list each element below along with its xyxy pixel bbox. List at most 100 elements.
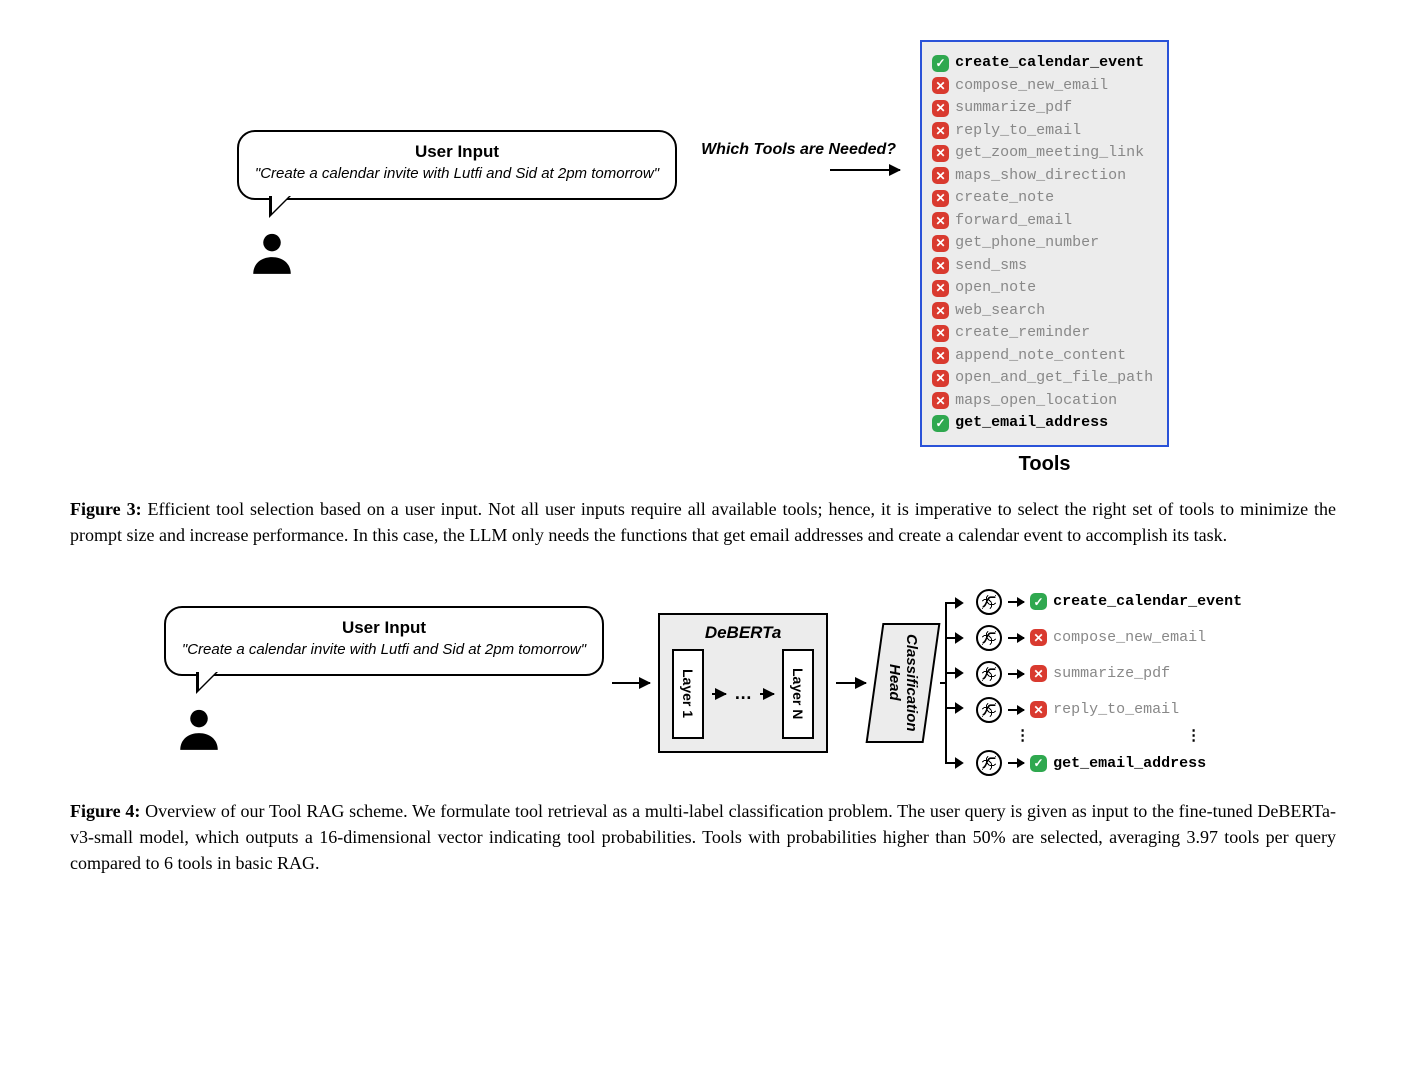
check-icon: ✓ — [1030, 755, 1047, 772]
tool-name: forward_email — [955, 210, 1072, 233]
output-name: create_calendar_event — [1053, 593, 1242, 610]
cross-icon: ✕ — [932, 100, 949, 117]
cross-icon: ✕ — [932, 325, 949, 342]
arrow-icon — [836, 682, 866, 684]
tool-item: ✕ open_and_get_file_path — [932, 367, 1153, 390]
tool-name: create_note — [955, 187, 1054, 210]
outputs-list: ✓ create_calendar_event ✕compose_new_email… — [976, 589, 1242, 777]
tool-item: ✓get_email_address — [932, 412, 1153, 435]
user-input-quote: "Create a calendar invite with Lutfi and… — [182, 640, 586, 660]
tool-name: get_phone_number — [955, 232, 1099, 255]
tool-name: maps_show_direction — [955, 165, 1126, 188]
user-input-quote: "Create a calendar invite with Lutfi and… — [255, 164, 659, 184]
cross-icon: ✕ — [932, 280, 949, 297]
output-row: ✕reply_to_email — [976, 697, 1242, 723]
sigmoid-icon — [976, 697, 1002, 723]
arrow-icon — [760, 693, 774, 695]
fanout-icon — [940, 588, 968, 778]
model-title: DeBERTa — [705, 623, 782, 643]
tool-name: reply_to_email — [955, 120, 1081, 143]
tool-item: ✕ maps_show_direction — [932, 165, 1153, 188]
tool-item: ✕ summarize_pdf — [932, 97, 1153, 120]
speech-tail-icon — [196, 672, 218, 694]
arrow-icon — [830, 169, 900, 171]
cross-icon: ✕ — [932, 167, 949, 184]
arrow-icon — [1008, 637, 1024, 639]
tool-name: get_zoom_meeting_link — [955, 142, 1144, 165]
user-icon — [174, 704, 224, 759]
figure-4-caption: Figure 4: Overview of our Tool RAG schem… — [70, 798, 1336, 876]
tool-item: ✕ get_phone_number — [932, 232, 1153, 255]
speech-bubble: User Input "Create a calendar invite wit… — [237, 130, 677, 200]
classification-head-label: Classification Head — [886, 634, 920, 732]
user-icon — [247, 228, 297, 283]
tool-item: ✕get_zoom_meeting_link — [932, 142, 1153, 165]
figure-3-caption-text: Efficient tool selection based on a user… — [70, 499, 1336, 545]
check-icon: ✓ — [1030, 593, 1047, 610]
layer-1: Layer 1 — [672, 649, 704, 739]
arrow-icon — [612, 682, 650, 684]
arrow-icon — [1008, 601, 1024, 603]
cross-icon: ✕ — [932, 392, 949, 409]
question-label: Which Tools are Needed? — [697, 140, 900, 161]
output-row: ✓ get_email_address — [976, 750, 1242, 776]
tool-name: open_and_get_file_path — [955, 367, 1153, 390]
arrow-icon — [712, 693, 726, 695]
tool-name: summarize_pdf — [955, 97, 1072, 120]
figure-3-label: Figure 3: — [70, 499, 142, 519]
tool-name: create_reminder — [955, 322, 1090, 345]
user-input-title: User Input — [182, 618, 586, 638]
layer-ellipsis: … — [734, 683, 752, 704]
tool-name: open_note — [955, 277, 1036, 300]
tool-item: ✕ forward_email — [932, 210, 1153, 233]
output-row: ✕summarize_pdf — [976, 661, 1242, 687]
speech-bubble: User Input "Create a calendar invite wit… — [164, 606, 604, 676]
tool-item: ✕ send_sms — [932, 255, 1153, 278]
output-name: reply_to_email — [1053, 701, 1179, 718]
sigmoid-icon — [976, 750, 1002, 776]
speech-tail-icon — [269, 196, 291, 218]
tool-name: create_calendar_event — [955, 52, 1144, 75]
tool-name: append_note_content — [955, 345, 1126, 368]
cross-icon: ✕ — [1030, 629, 1047, 646]
cross-icon: ✕ — [932, 347, 949, 364]
cross-icon: ✕ — [932, 235, 949, 252]
cross-icon: ✕ — [932, 77, 949, 94]
output-row: ✓ create_calendar_event — [976, 589, 1242, 615]
cross-icon: ✕ — [932, 122, 949, 139]
tools-panel: ✓ create_calendar_event ✕ compose_new_email… — [920, 40, 1169, 476]
figure-3: User Input "Create a calendar invite wit… — [70, 40, 1336, 548]
tool-item: ✕ append_note_content — [932, 345, 1153, 368]
tool-item: ✕ compose_new_email — [932, 75, 1153, 98]
tool-name: web_search — [955, 300, 1045, 323]
sigmoid-icon — [976, 589, 1002, 615]
cross-icon: ✕ — [932, 257, 949, 274]
arrow-icon — [1008, 762, 1024, 764]
tool-name: compose_new_email — [955, 75, 1108, 98]
tool-name: maps_open_location — [955, 390, 1117, 413]
figure-4-caption-text: Overview of our Tool RAG scheme. We form… — [70, 801, 1336, 873]
cross-icon: ✕ — [932, 302, 949, 319]
layer-n: Layer N — [782, 649, 814, 739]
sigmoid-icon — [976, 661, 1002, 687]
tools-box: ✓ create_calendar_event ✕ compose_new_email… — [920, 40, 1169, 447]
output-name: summarize_pdf — [1053, 665, 1170, 682]
output-name: get_email_address — [1053, 755, 1206, 772]
user-input-title: User Input — [255, 142, 659, 162]
tool-item: ✕ web_search — [932, 300, 1153, 323]
tool-name: send_sms — [955, 255, 1027, 278]
tools-title: Tools — [1019, 453, 1071, 476]
tool-item: ✕create_note — [932, 187, 1153, 210]
figure-3-caption: Figure 3: Efficient tool selection based… — [70, 496, 1336, 548]
user-block: User Input "Create a calendar invite wit… — [164, 606, 604, 759]
tool-item: ✕ create_reminder — [932, 322, 1153, 345]
classification-head: Classification Head — [866, 623, 941, 743]
check-icon: ✓ — [932, 55, 949, 72]
cross-icon: ✕ — [932, 212, 949, 229]
arrow-icon — [1008, 673, 1024, 675]
sigmoid-icon — [976, 625, 1002, 651]
output-row: ✕compose_new_email — [976, 625, 1242, 651]
cross-icon: ✕ — [932, 370, 949, 387]
arrow-icon — [1008, 709, 1024, 711]
check-icon: ✓ — [932, 415, 949, 432]
